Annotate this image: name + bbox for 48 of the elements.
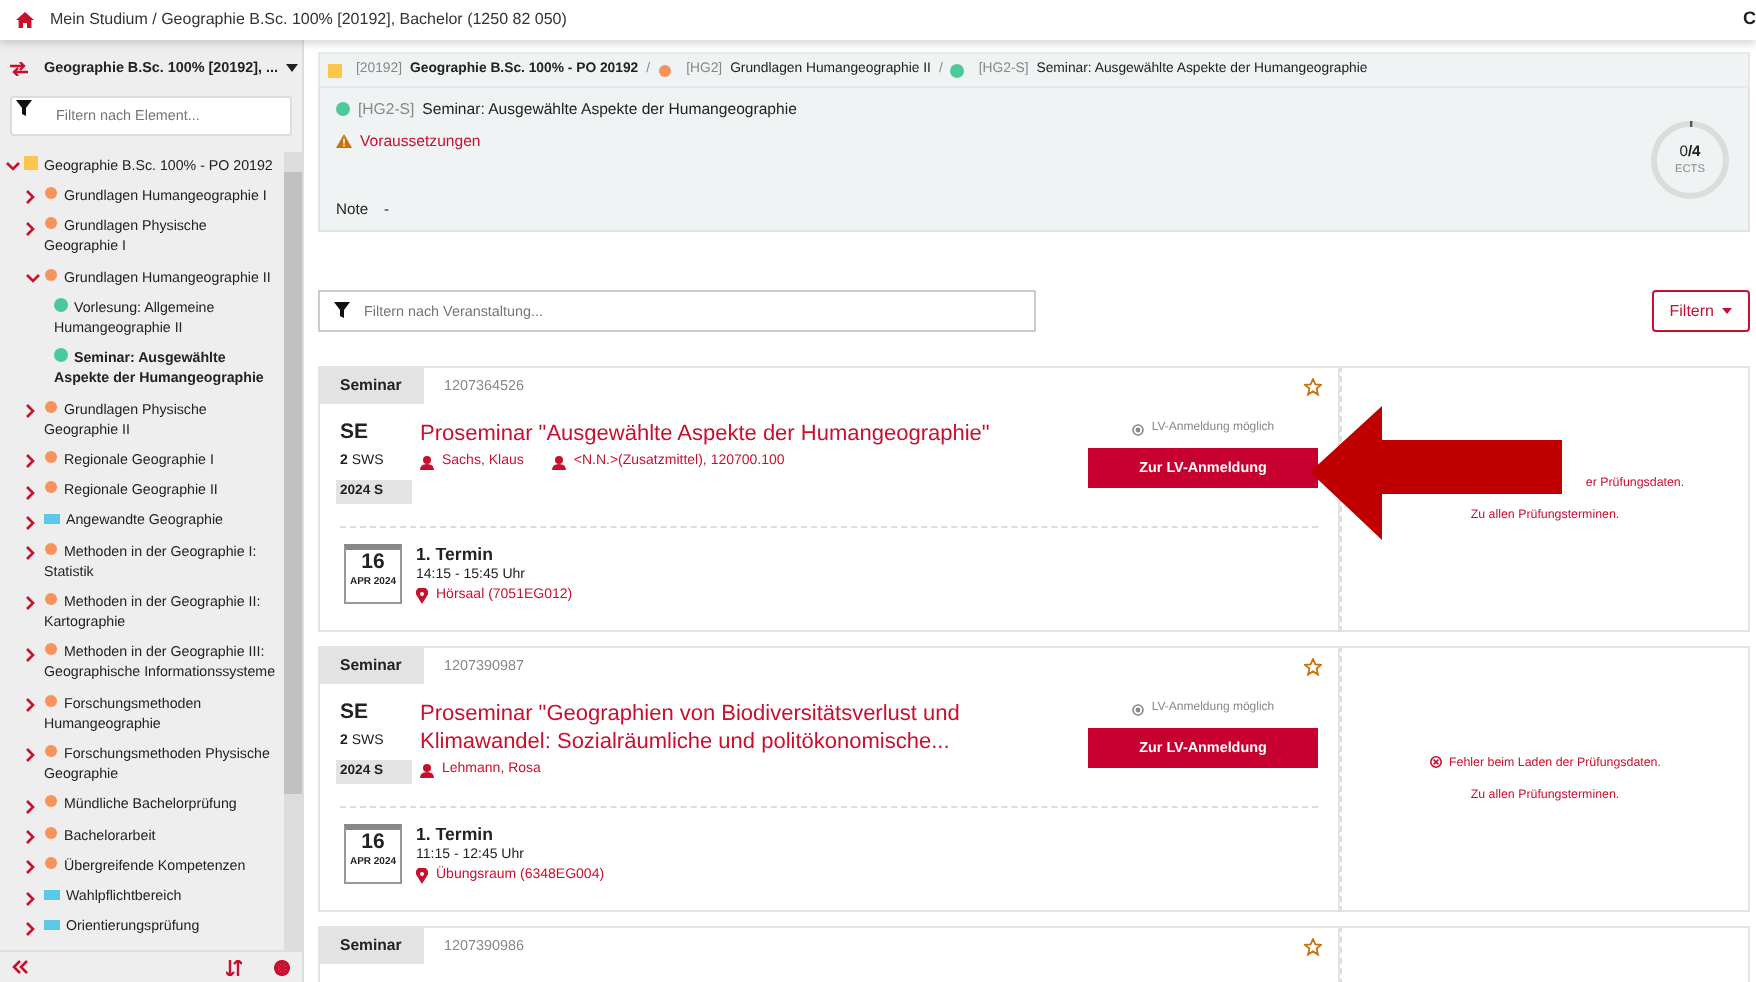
course-title[interactable]: Proseminar "Geographien von Biodiversitätsverlust und Klimawandel: Sozialräumliche und politökonomische... [420, 700, 1064, 756]
switch-icon [10, 61, 28, 76]
chevron-right-icon[interactable] [26, 748, 36, 763]
chevron-right-icon[interactable] [26, 546, 36, 561]
scrollbar[interactable] [284, 151, 302, 950]
breadcrumb-text: Mein Studium / Geographie B.Sc. 100% [20192], Bachelor (1250 82 050) [50, 8, 569, 32]
date-label: 1. Termin [416, 543, 495, 566]
funnel-icon [16, 99, 32, 116]
corner-text: C [1743, 6, 1756, 33]
caret-icon [1722, 308, 1732, 314]
sort-icon[interactable] [226, 959, 242, 975]
circle-icon [1131, 423, 1144, 435]
location-pin-icon [416, 868, 428, 885]
chevron-right-icon[interactable] [26, 799, 36, 814]
caret-icon [286, 64, 299, 73]
circle-icon [1131, 703, 1144, 715]
chevron-right-icon[interactable] [26, 921, 36, 936]
star-icon[interactable] [1304, 377, 1322, 395]
chevron-right-icon[interactable] [26, 596, 36, 611]
funnel-icon [334, 302, 350, 318]
collapse-icon[interactable] [12, 960, 28, 974]
star-icon[interactable] [1304, 937, 1322, 955]
chevron-right-icon[interactable] [26, 454, 36, 469]
course-code: SE [340, 700, 371, 726]
chevron-right-icon[interactable] [26, 485, 36, 500]
course-title[interactable]: Proseminar "Ausgewählte Aspekte der Humangeographie" [420, 420, 1064, 448]
star-icon[interactable] [1304, 657, 1322, 675]
chevron-right-icon[interactable] [26, 647, 36, 662]
filter-button[interactable]: Filtern [1651, 290, 1750, 332]
chevron-right-icon[interactable] [26, 221, 36, 236]
chevron-right-icon[interactable] [26, 190, 36, 205]
date-label: 1. Termin [416, 823, 495, 846]
chevron-right-icon[interactable] [26, 891, 36, 906]
course-code: SE [340, 420, 371, 446]
person-icon [420, 763, 434, 778]
chevron-down-icon[interactable] [26, 274, 40, 285]
error-icon [1429, 756, 1442, 769]
person-icon [420, 455, 434, 470]
chevron-down-icon[interactable] [6, 162, 20, 173]
person-icon [551, 455, 566, 470]
chevron-right-icon[interactable] [26, 829, 36, 844]
chevron-right-icon[interactable] [26, 860, 36, 875]
chevron-right-icon[interactable] [26, 403, 36, 418]
location-pin-icon [416, 588, 428, 605]
chevron-right-icon[interactable] [26, 698, 36, 713]
home-icon [16, 12, 34, 28]
warning-icon [336, 134, 352, 149]
chevron-right-icon[interactable] [26, 515, 36, 530]
